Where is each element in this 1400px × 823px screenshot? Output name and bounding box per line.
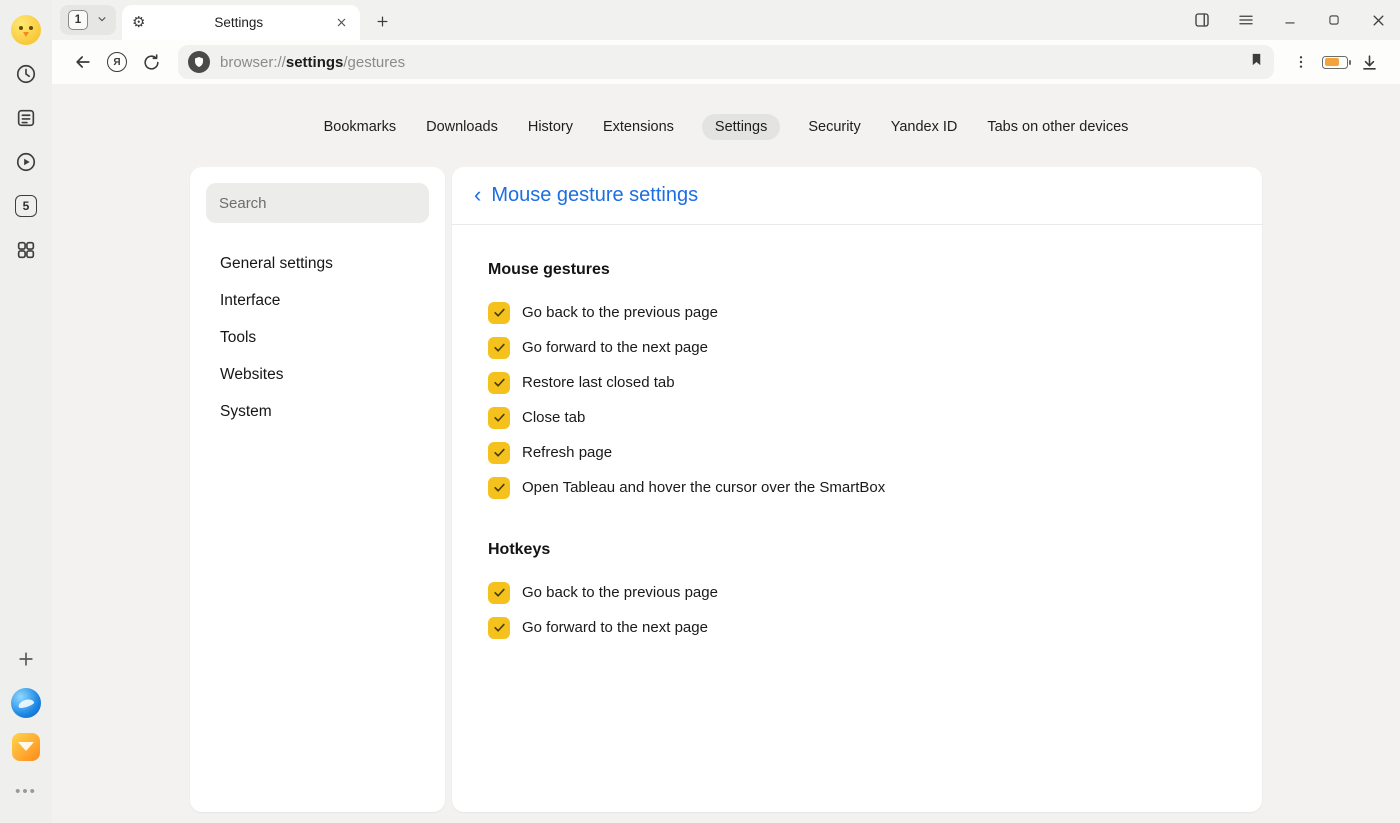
nav-security[interactable]: Security <box>806 114 862 140</box>
checkbox-label: Restore last closed tab <box>522 374 675 391</box>
checkbox-row-go-forward[interactable]: Go forward to the next page <box>488 330 1226 365</box>
back-chevron-icon[interactable]: ‹ <box>474 184 481 206</box>
gesture-settings-card: ‹ Mouse gesture settings Mouse gestures … <box>452 167 1262 812</box>
site-security-icon[interactable] <box>188 51 210 73</box>
checkbox-checked-icon[interactable] <box>488 407 510 429</box>
left-rail: 5 ••• <box>0 0 52 823</box>
yandex-browser-logo <box>11 688 41 718</box>
checkbox-label: Go back to the previous page <box>522 584 718 601</box>
url-scheme: browser:// <box>220 54 286 71</box>
menu-item-websites[interactable]: Websites <box>206 358 429 392</box>
section-heading: Mouse gestures <box>488 261 1226 279</box>
section-hotkeys: Hotkeys Go back to the previous page Go … <box>488 541 1226 645</box>
settings-menu-card: General settings Interface Tools Website… <box>190 167 445 812</box>
checkbox-checked-icon[interactable] <box>488 372 510 394</box>
menu-hamburger-icon[interactable] <box>1224 0 1268 40</box>
checkbox-checked-icon[interactable] <box>488 442 510 464</box>
url-host: settings <box>286 54 344 71</box>
avatar-icon <box>11 15 41 45</box>
checkbox-checked-icon[interactable] <box>488 477 510 499</box>
chevron-down-icon[interactable] <box>92 11 112 29</box>
yandex-logo-ring: Я <box>107 52 127 72</box>
checkbox-label: Refresh page <box>522 444 612 461</box>
checkbox-label: Close tab <box>522 409 585 426</box>
new-tab-button[interactable] <box>368 7 396 35</box>
checkbox-row-hotkey-go-forward[interactable]: Go forward to the next page <box>488 610 1226 645</box>
mail-app-icon[interactable] <box>8 729 44 765</box>
nav-bookmarks[interactable]: Bookmarks <box>322 114 399 140</box>
checkbox-checked-icon[interactable] <box>488 582 510 604</box>
tab-group-button[interactable]: 1 <box>60 5 116 35</box>
minimize-button[interactable] <box>1268 0 1312 40</box>
nav-settings[interactable]: Settings <box>702 114 780 140</box>
downloads-button[interactable] <box>1352 45 1386 79</box>
tab-strip: 1 ⚙ Settings <box>52 0 1400 40</box>
apps-grid-icon[interactable] <box>8 232 44 268</box>
checkbox-row-go-back[interactable]: Go back to the previous page <box>488 295 1226 330</box>
page-header: ‹ Mouse gesture settings <box>452 167 1262 225</box>
settings-menu-list: General settings Interface Tools Website… <box>206 247 429 429</box>
side-panel-toggle-icon[interactable] <box>1180 0 1224 40</box>
section-heading: Hotkeys <box>488 541 1226 559</box>
reload-button[interactable] <box>134 45 168 79</box>
checkbox-label: Open Tableau and hover the cursor over t… <box>522 479 885 496</box>
checkbox-checked-icon[interactable] <box>488 337 510 359</box>
checkbox-label: Go forward to the next page <box>522 339 708 356</box>
menu-item-interface[interactable]: Interface <box>206 284 429 318</box>
tab-counter-badge: 5 <box>15 195 37 217</box>
checkbox-checked-icon[interactable] <box>488 617 510 639</box>
search-input[interactable] <box>206 183 429 223</box>
address-bar[interactable]: browser://settings/gestures <box>178 45 1274 79</box>
back-button[interactable] <box>66 45 100 79</box>
menu-item-general-settings[interactable]: General settings <box>206 247 429 281</box>
checkbox-label: Go forward to the next page <box>522 619 708 636</box>
maximize-button[interactable] <box>1312 0 1356 40</box>
close-window-button[interactable] <box>1356 0 1400 40</box>
tab-close-icon[interactable] <box>332 14 350 32</box>
url-path: /gestures <box>343 54 405 71</box>
checkbox-row-restore-tab[interactable]: Restore last closed tab <box>488 365 1226 400</box>
history-icon[interactable] <box>8 56 44 92</box>
battery-indicator[interactable] <box>1318 45 1352 79</box>
ellipsis-icon: ••• <box>15 783 37 800</box>
checkbox-row-hotkey-go-back[interactable]: Go back to the previous page <box>488 575 1226 610</box>
nav-yandex-id[interactable]: Yandex ID <box>889 114 960 140</box>
window-controls <box>1180 0 1400 40</box>
battery-icon <box>1322 56 1348 69</box>
nav-extensions[interactable]: Extensions <box>601 114 676 140</box>
nav-history[interactable]: History <box>526 114 575 140</box>
checkbox-row-refresh-page[interactable]: Refresh page <box>488 435 1226 470</box>
video-icon[interactable] <box>8 144 44 180</box>
browser-window: 5 ••• 1 ⚙ Settings <box>0 0 1400 823</box>
tab-settings[interactable]: ⚙ Settings <box>122 5 360 40</box>
gear-icon: ⚙ <box>132 15 145 30</box>
browser-logo-icon[interactable] <box>8 685 44 721</box>
tab-title: Settings <box>145 15 332 30</box>
checkbox-checked-icon[interactable] <box>488 302 510 324</box>
more-apps-button[interactable]: ••• <box>8 773 44 809</box>
nav-tabs-other-devices[interactable]: Tabs on other devices <box>985 114 1130 140</box>
settings-page: Bookmarks Downloads History Extensions S… <box>52 84 1400 823</box>
tab-counter-button[interactable]: 5 <box>8 188 44 224</box>
profile-avatar[interactable] <box>8 12 44 48</box>
menu-item-tools[interactable]: Tools <box>206 321 429 355</box>
toolbar: Я browser://settings/gestures <box>52 40 1400 84</box>
toolbar-more-icon[interactable] <box>1284 45 1318 79</box>
bookmark-icon[interactable] <box>1249 52 1264 72</box>
yandex-home-icon[interactable]: Я <box>100 45 134 79</box>
add-panel-button[interactable] <box>8 641 44 677</box>
section-mouse-gestures: Mouse gestures Go back to the previous p… <box>488 261 1226 505</box>
feed-icon[interactable] <box>8 100 44 136</box>
url-text: browser://settings/gestures <box>220 54 405 71</box>
checkbox-row-open-tableau[interactable]: Open Tableau and hover the cursor over t… <box>488 470 1226 505</box>
settings-top-nav: Bookmarks Downloads History Extensions S… <box>52 84 1400 140</box>
checkbox-row-close-tab[interactable]: Close tab <box>488 400 1226 435</box>
page-title[interactable]: Mouse gesture settings <box>491 184 698 207</box>
checkbox-label: Go back to the previous page <box>522 304 718 321</box>
yandex-mail-logo <box>12 733 40 761</box>
page-body: Mouse gestures Go back to the previous p… <box>452 225 1262 645</box>
nav-downloads[interactable]: Downloads <box>424 114 500 140</box>
tab-group-count: 1 <box>68 10 88 30</box>
menu-item-system[interactable]: System <box>206 395 429 429</box>
